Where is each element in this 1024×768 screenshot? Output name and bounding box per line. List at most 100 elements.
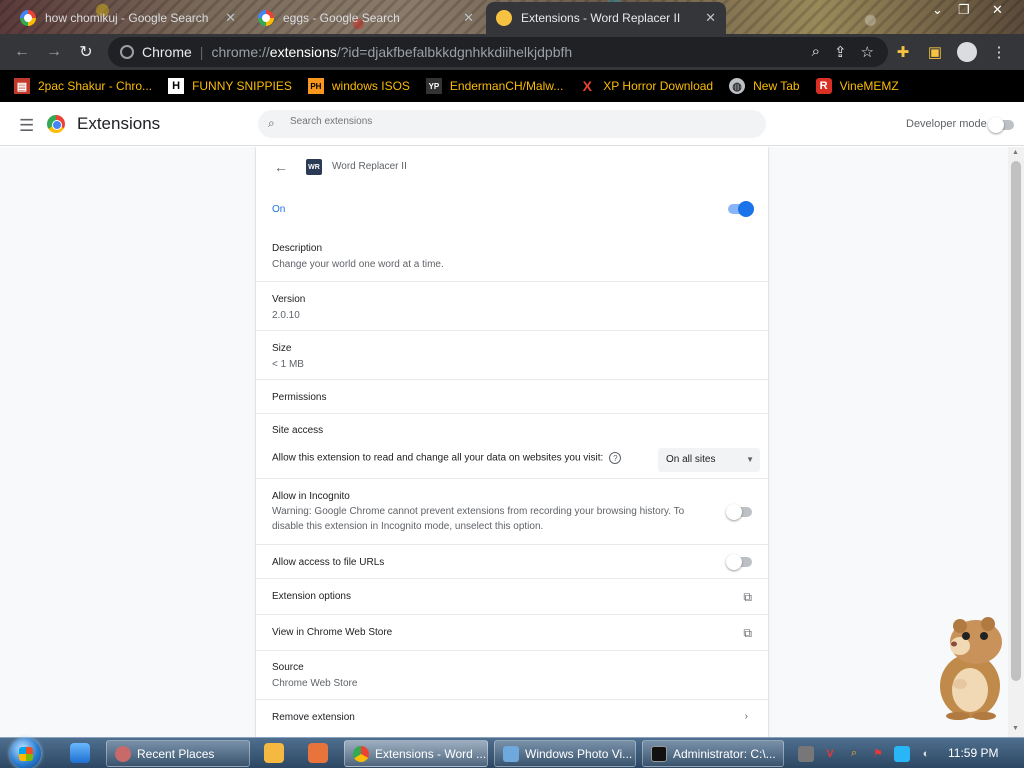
- open-in-new-icon: ⧉: [743, 590, 752, 604]
- enabled-state-label: On: [272, 204, 286, 215]
- page-title: Extensions: [77, 114, 161, 133]
- tab-search-1[interactable]: how chomikuj - Google Search ✕: [10, 2, 246, 34]
- site-access-row: Site access Allow this extension to read…: [256, 413, 768, 478]
- reload-button[interactable]: ↻: [70, 36, 102, 68]
- app-icon[interactable]: [308, 743, 328, 763]
- description-row: Description Change your world one word a…: [256, 233, 768, 282]
- windows-logo-icon: [19, 747, 33, 761]
- tab-title: eggs - Google Search: [283, 11, 400, 25]
- chrome-site-icon: [120, 45, 134, 59]
- x-logo-icon: X: [582, 78, 592, 94]
- taskbar-chrome[interactable]: Extensions - Word ...: [344, 740, 488, 767]
- bookmark-star-icon[interactable]: ☆: [861, 43, 874, 61]
- image-icon: ▤: [14, 78, 30, 94]
- search-input[interactable]: [290, 116, 750, 127]
- url-separator: |: [199, 44, 204, 60]
- scrollbar-thumb[interactable]: [1011, 161, 1021, 681]
- google-icon: [258, 10, 274, 26]
- search-box[interactable]: ⌕: [258, 110, 766, 138]
- hamster-mascot: [940, 617, 1002, 720]
- file-urls-toggle[interactable]: [726, 554, 752, 570]
- scroll-down-icon[interactable]: ▼: [1012, 725, 1019, 732]
- volume-icon[interactable]: ◐: [918, 746, 934, 762]
- new-tab-icon[interactable]: ⌄: [932, 2, 943, 18]
- row-label: Permissions: [272, 392, 327, 403]
- open-in-new-icon: ⧉: [743, 626, 752, 640]
- tray-app-icon[interactable]: [798, 745, 814, 762]
- antivirus-icon[interactable]: V: [822, 746, 838, 762]
- row-value: Change your world one word at a time.: [272, 259, 444, 270]
- address-bar[interactable]: Chrome | chrome://extensions/?id=djakfbe…: [108, 37, 888, 67]
- toggle-knob: [726, 554, 742, 570]
- close-tab-icon[interactable]: ✕: [463, 10, 474, 26]
- menu-kebab-icon[interactable]: ⋮: [988, 41, 1010, 63]
- forward-button[interactable]: →: [38, 36, 70, 68]
- toggle-knob: [988, 117, 1004, 133]
- bookmark-item[interactable]: X XP Horror Download: [579, 78, 714, 94]
- remove-extension-row[interactable]: Remove extension ›: [256, 699, 768, 737]
- row-label: Description: [272, 243, 323, 254]
- taskbar-command-prompt[interactable]: Administrator: C:\...: [642, 740, 784, 767]
- profile-avatar-icon[interactable]: [956, 41, 978, 63]
- source-row: Source Chrome Web Store: [256, 650, 768, 699]
- row-label: View in Chrome Web Store: [272, 627, 393, 638]
- yp-logo-icon: YP: [425, 78, 442, 94]
- web-store-row[interactable]: View in Chrome Web Store ⧉: [256, 614, 768, 650]
- row-label: Remove extension: [272, 712, 355, 723]
- tab-extensions[interactable]: Extensions - Word Replacer II ✕: [486, 2, 726, 34]
- media-player-icon[interactable]: [264, 743, 284, 763]
- bookmark-label: FUNNY SNIPPIES: [192, 79, 292, 93]
- bookmark-label: EndermanCH/Malw...: [449, 79, 564, 93]
- taskbar-recent-places[interactable]: Recent Places: [106, 740, 250, 767]
- extensions-header: ☰ Extensions ⌕ Developer mode: [0, 102, 1024, 146]
- internet-explorer-icon[interactable]: [70, 743, 90, 763]
- tab-search-2[interactable]: eggs - Google Search ✕: [248, 2, 484, 34]
- flag-icon[interactable]: ⚑: [870, 746, 886, 762]
- row-label: Version: [272, 294, 306, 305]
- site-access-select[interactable]: On all sites ▼: [658, 448, 760, 472]
- bookmark-label: windows ISOS: [331, 79, 410, 93]
- start-button[interactable]: [6, 738, 46, 768]
- side-panel-icon[interactable]: ▣: [924, 41, 946, 63]
- zoom-icon[interactable]: ⌕: [812, 43, 820, 61]
- bookmark-item[interactable]: R VineMEMZ: [815, 78, 899, 94]
- developer-mode-label: Developer mode: [906, 118, 987, 130]
- close-tab-icon[interactable]: ✕: [225, 10, 236, 26]
- extensions-puzzle-icon[interactable]: ✚: [892, 41, 914, 63]
- arrow-right-icon: →: [46, 43, 62, 60]
- bookmark-item[interactable]: H FUNNY SNIPPIES: [168, 78, 292, 94]
- close-window-icon[interactable]: ✕: [992, 2, 1003, 18]
- permissions-row: Permissions: [256, 379, 768, 413]
- toggle-knob: [726, 504, 742, 520]
- bookmark-item[interactable]: ◍ New Tab: [729, 78, 800, 94]
- back-arrow-icon[interactable]: ←: [274, 159, 288, 175]
- r-logo-icon: R: [815, 78, 832, 94]
- taskbar-clock[interactable]: 11:59 PM: [948, 746, 998, 760]
- incognito-toggle[interactable]: [726, 504, 752, 520]
- google-icon: [20, 10, 36, 26]
- extension-options-row[interactable]: Extension options ⧉: [256, 578, 768, 614]
- search-icon: ⌕: [268, 116, 275, 130]
- bookmark-item[interactable]: YP EndermanCH/Malw...: [425, 78, 564, 94]
- restore-icon[interactable]: ❐: [958, 2, 970, 18]
- bookmark-label: New Tab: [753, 79, 800, 93]
- h-logo-icon: H: [168, 78, 185, 94]
- cmd-icon: [651, 745, 667, 762]
- site-name: Chrome: [142, 44, 192, 60]
- enable-toggle[interactable]: [728, 201, 754, 217]
- developer-mode-toggle[interactable]: [988, 117, 1014, 133]
- bookmark-item[interactable]: PH windows ISOS: [307, 78, 410, 94]
- arrow-left-icon: ←: [14, 43, 30, 60]
- share-icon[interactable]: ⇪: [834, 43, 847, 61]
- back-button[interactable]: ←: [6, 36, 38, 68]
- bookmark-item[interactable]: ▤ 2pac Shakur - Chro...: [14, 78, 152, 94]
- network-icon[interactable]: [894, 745, 910, 762]
- dropdown-caret-icon: ▼: [746, 455, 754, 464]
- taskbar-photo-viewer[interactable]: Windows Photo Vi...: [494, 740, 636, 767]
- close-tab-icon[interactable]: ✕: [705, 10, 716, 26]
- help-icon[interactable]: ?: [609, 452, 622, 464]
- search-tray-icon[interactable]: ⌕: [846, 746, 862, 762]
- extension-name: Word Replacer II: [332, 161, 407, 172]
- hamburger-menu-icon[interactable]: ☰: [19, 116, 34, 136]
- scroll-up-icon[interactable]: ▲: [1012, 149, 1019, 156]
